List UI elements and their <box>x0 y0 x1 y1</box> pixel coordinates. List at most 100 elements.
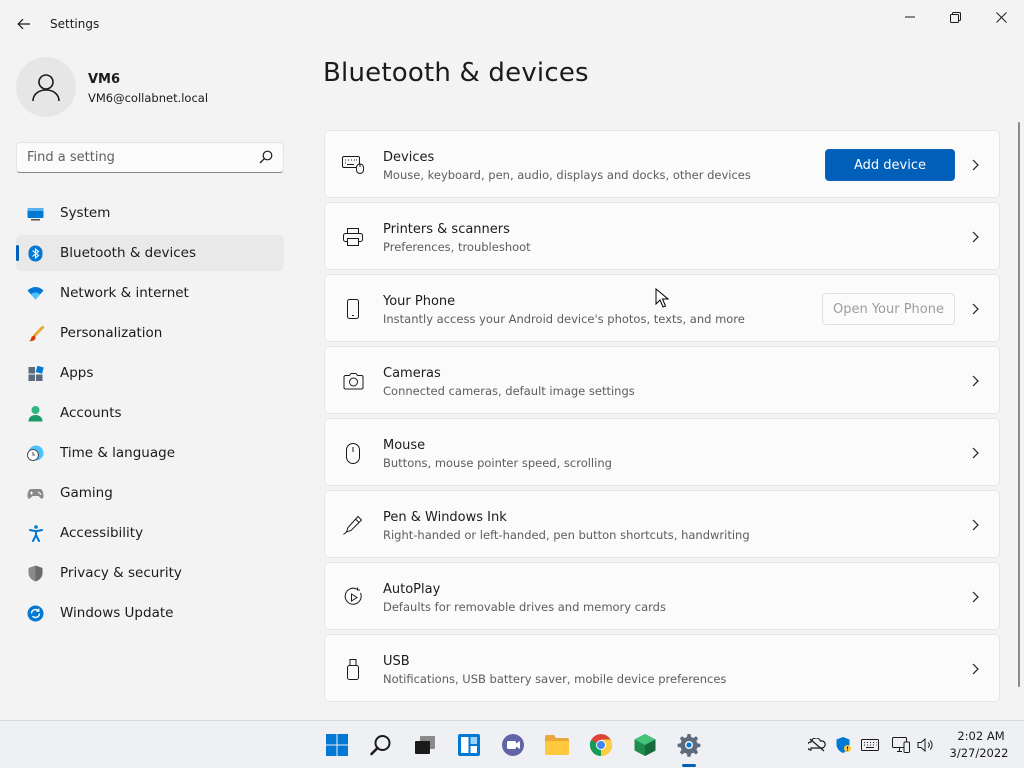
chevron-right-icon <box>972 519 979 531</box>
card-subtitle: Defaults for removable drives and memory… <box>383 600 666 614</box>
clock-time[interactable]: 2:02 AM <box>950 729 1012 743</box>
accounts-icon <box>27 405 44 422</box>
minimize-button[interactable] <box>887 4 933 30</box>
card-subtitle: Preferences, troubleshoot <box>383 240 531 254</box>
sidebar-item-bluetooth[interactable]: Bluetooth & devices <box>16 235 284 271</box>
phone-icon <box>342 298 364 320</box>
user-email: VM6@collabnet.local <box>88 91 209 105</box>
sidebar-item-privacy[interactable]: Privacy & security <box>16 555 284 591</box>
usb-icon <box>342 658 364 680</box>
camera-icon <box>342 370 364 392</box>
card-your-phone[interactable]: Your Phone Instantly access your Android… <box>324 274 1000 342</box>
mouse-cursor-icon <box>655 288 669 308</box>
search-icon <box>370 735 391 756</box>
sidebar-item-apps[interactable]: Apps <box>16 355 284 391</box>
brush-icon <box>27 325 44 342</box>
start-button[interactable] <box>323 731 351 759</box>
title-bar: Settings <box>0 0 1024 48</box>
maximize-button[interactable] <box>932 4 978 30</box>
network-status-icon[interactable] <box>808 736 826 754</box>
card-usb[interactable]: USB Notifications, USB battery saver, mo… <box>324 634 1000 702</box>
task-view-icon <box>415 736 435 754</box>
settings-taskbar-button[interactable] <box>675 731 703 759</box>
app-cube-button[interactable] <box>631 731 659 759</box>
search-icon[interactable] <box>259 150 273 164</box>
card-devices[interactable]: Devices Mouse, keyboard, pen, audio, dis… <box>324 130 1000 198</box>
chat-icon <box>502 734 524 756</box>
card-subtitle: Connected cameras, default image setting… <box>383 384 635 398</box>
sidebar-item-label: System <box>60 205 111 221</box>
task-view-button[interactable] <box>411 731 439 759</box>
sidebar-item-gaming[interactable]: Gaming <box>16 475 284 511</box>
sidebar-item-label: Accessibility <box>60 525 144 541</box>
sidebar-item-label: Personalization <box>60 325 163 341</box>
user-name: VM6 <box>88 72 121 87</box>
chrome-button[interactable] <box>587 731 615 759</box>
green-cube-icon <box>634 734 656 756</box>
autoplay-icon <box>342 586 364 608</box>
windows-logo-icon <box>326 734 348 756</box>
display-network-icon[interactable] <box>892 736 910 754</box>
chevron-right-icon <box>972 159 979 171</box>
card-subtitle: Buttons, mouse pointer speed, scrolling <box>383 456 612 470</box>
sidebar-item-windows-update[interactable]: Windows Update <box>16 595 284 631</box>
shield-icon <box>27 565 44 582</box>
bluetooth-icon <box>27 245 44 262</box>
page-title: Bluetooth & devices <box>323 58 589 88</box>
back-button[interactable] <box>10 10 38 38</box>
scrollbar[interactable] <box>1018 122 1020 687</box>
card-autoplay[interactable]: AutoPlay Defaults for removable drives a… <box>324 562 1000 630</box>
sidebar-item-accounts[interactable]: Accounts <box>16 395 284 431</box>
card-mouse[interactable]: Mouse Buttons, mouse pointer speed, scro… <box>324 418 1000 486</box>
chevron-right-icon <box>972 375 979 387</box>
gear-icon <box>677 734 701 757</box>
card-cameras[interactable]: Cameras Connected cameras, default image… <box>324 346 1000 414</box>
clock-date[interactable]: 3/27/2022 <box>946 746 1012 760</box>
card-subtitle: Notifications, USB battery saver, mobile… <box>383 672 727 686</box>
mouse-icon <box>342 442 364 464</box>
card-printers-scanners[interactable]: Printers & scanners Preferences, trouble… <box>324 202 1000 270</box>
gamepad-icon <box>27 485 44 502</box>
card-title: USB <box>383 654 410 669</box>
card-title: Your Phone <box>383 294 456 309</box>
avatar[interactable] <box>16 57 76 117</box>
taskbar-search-button[interactable] <box>367 731 395 759</box>
sidebar-item-network[interactable]: Network & internet <box>16 275 284 311</box>
file-explorer-button[interactable] <box>543 731 571 759</box>
widgets-button[interactable] <box>455 731 483 759</box>
user-icon <box>32 74 60 102</box>
restore-icon <box>949 11 961 23</box>
active-app-indicator <box>682 764 696 767</box>
close-button[interactable] <box>978 4 1024 30</box>
keyboard-icon[interactable] <box>861 736 879 754</box>
chat-button[interactable] <box>499 731 527 759</box>
open-your-phone-button[interactable]: Open Your Phone <box>822 293 955 325</box>
update-icon <box>27 605 44 622</box>
keyboard-mouse-icon <box>342 154 364 176</box>
folder-icon <box>545 735 569 755</box>
add-device-button[interactable]: Add device <box>825 149 955 181</box>
card-title: Pen & Windows Ink <box>383 510 507 525</box>
card-subtitle: Right-handed or left-handed, pen button … <box>383 528 750 542</box>
settings-card-list: Devices Mouse, keyboard, pen, audio, dis… <box>324 130 1000 706</box>
chrome-icon <box>589 734 612 756</box>
system-icon <box>27 205 44 222</box>
sidebar-item-accessibility[interactable]: Accessibility <box>16 515 284 551</box>
card-pen-windows-ink[interactable]: Pen & Windows Ink Right-handed or left-h… <box>324 490 1000 558</box>
sidebar-item-time-language[interactable]: Time & language <box>16 435 284 471</box>
sidebar-item-label: Gaming <box>60 485 113 501</box>
apps-icon <box>27 365 44 382</box>
card-title: Printers & scanners <box>383 222 510 237</box>
sidebar-item-personalization[interactable]: Personalization <box>16 315 284 351</box>
back-arrow-icon <box>17 18 30 30</box>
sidebar-item-label: Network & internet <box>60 285 189 301</box>
sidebar-item-system[interactable]: System <box>16 195 284 231</box>
chevron-right-icon <box>972 663 979 675</box>
search-input[interactable] <box>27 143 252 172</box>
security-status-icon[interactable] <box>834 736 852 754</box>
time-icon <box>27 445 44 462</box>
volume-icon[interactable] <box>917 736 935 754</box>
sidebar-item-label: Privacy & security <box>60 565 182 581</box>
search-box[interactable] <box>16 142 284 173</box>
widgets-icon <box>458 734 480 756</box>
